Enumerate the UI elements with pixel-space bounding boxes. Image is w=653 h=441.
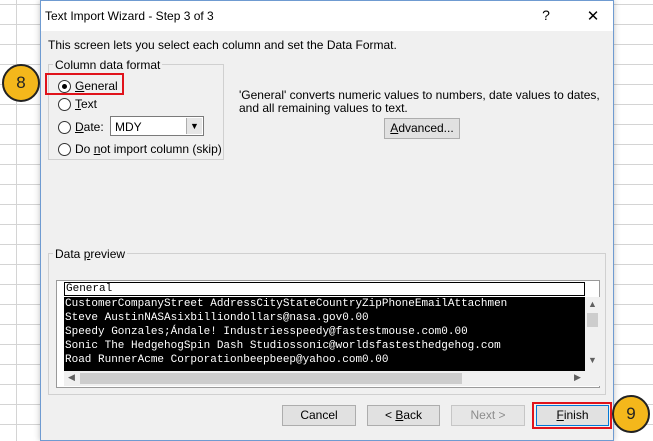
cancel-button[interactable]: Cancel — [282, 405, 356, 426]
horizontal-scrollbar[interactable]: ◀ ▶ — [64, 371, 600, 386]
preview-row: Sonic The HedgehogSpin Dash Studiossonic… — [65, 340, 501, 352]
title-bar: Text Import Wizard - Step 3 of 3 ? ✕ — [41, 1, 613, 31]
radio-text-label: Text — [75, 97, 98, 111]
radio-text-button[interactable] — [58, 97, 71, 111]
window-title: Text Import Wizard - Step 3 of 3 — [45, 9, 214, 23]
intro-text: This screen lets you select each column … — [48, 38, 397, 52]
scroll-down-icon[interactable]: ▼ — [585, 355, 600, 365]
radio-skip-button[interactable] — [58, 142, 71, 156]
date-format-value: MDY — [115, 120, 142, 134]
finish-button[interactable]: Finish — [536, 405, 609, 426]
data-preview-label: Data preview — [53, 247, 128, 261]
date-format-select[interactable]: MDY ▼ — [110, 116, 204, 136]
horizontal-scroll-thumb[interactable] — [80, 373, 462, 384]
preview-row: Steve AustinNASAsixbilliondollars@nasa.g… — [65, 312, 369, 324]
column-data-format-label: Column data format — [53, 58, 163, 72]
next-button[interactable]: Next > — [451, 405, 525, 426]
vertical-scrollbar[interactable]: ▲ ▼ — [585, 297, 600, 371]
preview-column-data[interactable]: CustomerCompanyStreet AddressCityStateCo… — [64, 297, 585, 371]
text-import-wizard-dialog: Text Import Wizard - Step 3 of 3 ? ✕ Thi… — [40, 0, 614, 441]
radio-text[interactable]: Text — [58, 96, 97, 112]
radio-skip-label: Do not import column (skip) — [75, 142, 222, 156]
scroll-up-icon[interactable]: ▲ — [585, 299, 600, 309]
radio-date-label: Date: — [75, 120, 104, 134]
preview-column-header[interactable]: General — [64, 282, 585, 296]
step-8-marker: 8 — [2, 64, 40, 102]
preview-row: Speedy Gonzales;Ándale! Industriesspeedy… — [65, 326, 468, 338]
back-button[interactable]: < Back — [367, 405, 440, 426]
radio-general-label: General — [75, 79, 118, 93]
help-icon[interactable]: ? — [536, 7, 556, 23]
format-description: 'General' converts numeric values to num… — [239, 88, 600, 115]
scroll-left-icon[interactable]: ◀ — [64, 372, 79, 383]
chevron-down-icon[interactable]: ▼ — [186, 118, 202, 134]
step-9-marker: 9 — [612, 395, 650, 433]
scroll-right-icon[interactable]: ▶ — [570, 372, 585, 383]
vertical-scroll-thumb[interactable] — [587, 313, 598, 327]
data-preview-area[interactable]: General CustomerCompanyStreet AddressCit… — [56, 280, 600, 388]
radio-general[interactable]: General — [58, 78, 118, 94]
radio-skip[interactable]: Do not import column (skip) — [58, 141, 222, 157]
data-preview-group: Data preview General CustomerCompanyStre… — [48, 247, 606, 395]
close-icon[interactable]: ✕ — [583, 7, 603, 25]
radio-general-button[interactable] — [58, 79, 71, 93]
radio-date-button[interactable] — [58, 120, 71, 134]
preview-row: CustomerCompanyStreet AddressCityStateCo… — [65, 298, 508, 310]
preview-row: Road RunnerAcme Corporationbeepbeep@yaho… — [65, 354, 389, 366]
column-data-format-group: Column data format General Text Date: Do… — [48, 58, 224, 160]
radio-date[interactable]: Date: — [58, 119, 104, 135]
advanced-button[interactable]: Advanced... — [384, 118, 460, 139]
